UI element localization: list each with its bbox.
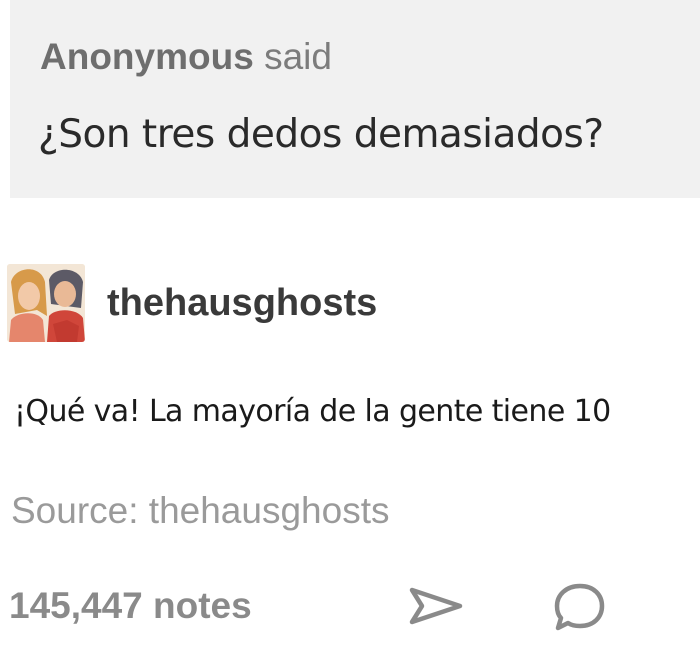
answer-text: ¡Qué va! La mayoría de la gente tiene 10 xyxy=(14,394,611,429)
avatar-illustration-icon xyxy=(7,264,85,342)
asker-name[interactable]: Anonymous xyxy=(40,36,254,77)
notes-count[interactable]: 145,447 notes xyxy=(9,585,252,627)
source-line: Source: thehausghosts xyxy=(11,490,389,532)
ask-box: Anonymous said ¿Son tres dedos demasiado… xyxy=(10,0,700,198)
share-icon[interactable] xyxy=(404,582,466,630)
blog-name[interactable]: thehausghosts xyxy=(107,282,377,325)
source-label: Source: xyxy=(11,490,139,531)
ask-said-label: said xyxy=(264,36,332,77)
ask-header: Anonymous said xyxy=(40,36,332,78)
reply-icon[interactable] xyxy=(550,578,608,634)
source-link[interactable]: thehausghosts xyxy=(149,490,390,531)
avatar[interactable] xyxy=(7,264,85,342)
ask-question: ¿Son tres dedos demasiados? xyxy=(38,112,604,157)
